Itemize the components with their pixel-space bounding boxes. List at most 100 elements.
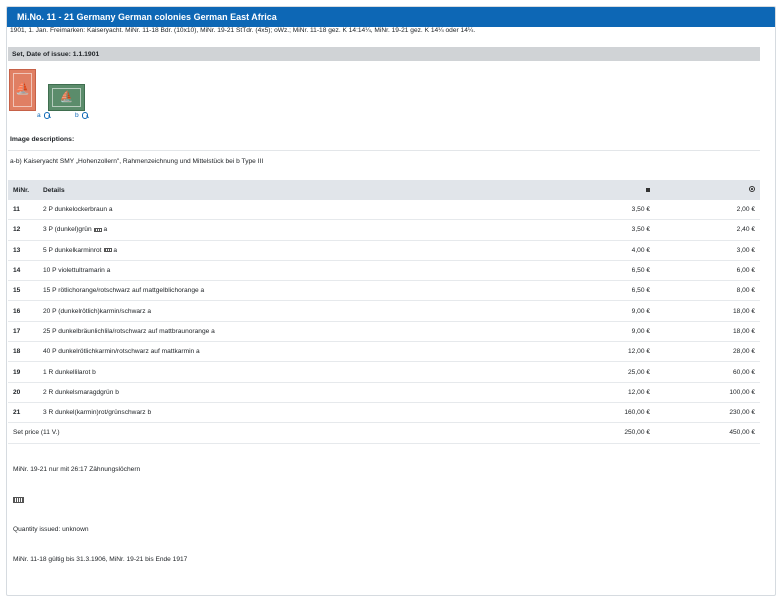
row-details-text: 25 P dunkelbräunlichlila/rotschwarz auf … [43, 327, 215, 335]
issue-description: 1901, 1. Jan. Freimarken: Kaiseryacht. M… [10, 27, 476, 34]
table-row: 14 10 P violettultramarin a 6,50 € 6,00 € [8, 261, 760, 282]
row-details-text: 15 P rötlichorange/rotschwarz auf mattge… [43, 287, 205, 295]
row-details: 3 P (dunkel)grün a [43, 226, 543, 233]
row-minr: 13 [13, 246, 21, 254]
row-minr: 17 [13, 327, 21, 335]
row-details-text: 3 P (dunkel)grün [43, 226, 92, 234]
set-price-mint: 250,00 € [624, 429, 650, 437]
row-mint-price: 9,00 € [631, 307, 650, 315]
stamp-image-b[interactable]: ⛵ [48, 84, 85, 111]
row-details: 10 P violettultramarin a [43, 267, 543, 274]
row-mint-price: 3,50 € [631, 226, 650, 234]
row-details: 25 P dunkelbräunlichlila/rotschwarz auf … [43, 328, 543, 335]
row-details-suffix: a [113, 246, 118, 254]
row-details-text: 20 P (dunkelrötlich)karmin/schwarz a [43, 307, 151, 315]
set-price-used: 450,00 € [729, 429, 755, 437]
zoom-icon[interactable] [43, 112, 51, 119]
row-mint-price: 6,50 € [631, 287, 650, 295]
row-mint-price: 25,00 € [628, 368, 650, 376]
row-details: 15 P rötlichorange/rotschwarz auf mattge… [43, 287, 543, 294]
table-row: 19 1 R dunkellilarot b 25,00 € 60,00 € [8, 362, 760, 383]
column-minr: MiNr. [13, 186, 30, 194]
table-row: 13 5 P dunkelkarminrot a 4,00 € 3,00 € [8, 241, 760, 261]
row-details: 2 R dunkelsmaragdgrün b [43, 389, 543, 396]
row-details: 20 P (dunkelrötlich)karmin/schwarz a [43, 308, 543, 315]
set-price-row: Set price (11 V.) 250,00 € 450,00 € [8, 423, 760, 444]
table-row: 20 2 R dunkelsmaragdgrün b 12,00 € 100,00 € [8, 383, 760, 403]
image-label-b[interactable]: b [75, 112, 89, 119]
row-used-price: 3,00 € [736, 246, 755, 254]
used-icon [749, 186, 755, 192]
row-mint-price: 9,00 € [631, 327, 650, 335]
column-details: Details [43, 186, 65, 194]
image-label-a[interactable]: a [37, 112, 51, 119]
divider [8, 150, 760, 151]
row-minr: 18 [13, 348, 21, 356]
row-details-text: 2 R dunkelsmaragdgrün b [43, 388, 119, 396]
stamp-image-a[interactable]: ⛵ [9, 69, 36, 111]
row-minr: 11 [13, 206, 20, 214]
row-details: 1 R dunkellilarot b [43, 369, 543, 376]
row-minr: 19 [13, 368, 21, 376]
row-details: 40 P dunkelrötlichkarmin/rotschwarz auf … [43, 348, 543, 355]
yacht-icon: ⛵ [59, 91, 74, 103]
badge-icon [13, 497, 24, 503]
row-details-text: 1 R dunkellilarot b [43, 368, 96, 376]
row-mint-price: 12,00 € [628, 348, 650, 356]
column-mint [543, 187, 653, 194]
column-used [653, 186, 760, 194]
row-details: 3 R dunkel(karmin)rot/grünschwarz b [43, 409, 543, 416]
row-minr: 14 [13, 267, 21, 275]
row-used-price: 18,00 € [733, 327, 755, 335]
row-details: 5 P dunkelkarminrot a [43, 247, 543, 254]
row-mint-price: 12,00 € [628, 388, 650, 396]
row-details-text: 40 P dunkelrötlichkarmin/rotschwarz auf … [43, 348, 200, 356]
row-used-price: 2,00 € [736, 206, 755, 214]
perforation-note: MiNr. 19-21 nur mit 26:17 Zähnungslöcher… [13, 466, 141, 473]
row-details-text: 3 R dunkel(karmin)rot/grünschwarz b [43, 409, 152, 417]
zoom-icon[interactable] [81, 112, 89, 119]
table-row: 21 3 R dunkel(karmin)rot/grünschwarz b 160… [8, 403, 760, 424]
image-letter: b [75, 112, 79, 119]
row-used-price: 8,00 € [736, 287, 755, 295]
validity-note: MiNr. 11-18 gültig bis 31.3.1906, MiNr. … [13, 556, 188, 563]
mint-icon [646, 187, 650, 192]
row-details-text: 2 P dunkelockerbraun a [43, 206, 113, 214]
table-row: 15 15 P rötlichorange/rotschwarz auf matt… [8, 281, 760, 302]
price-table: MiNr. Details 11 2 P dunkelockerbraun a 3,… [8, 180, 760, 444]
table-header: MiNr. Details [8, 180, 760, 200]
row-mint-price: 6,50 € [631, 267, 650, 275]
row-used-price: 100,00 € [729, 388, 755, 396]
row-mint-price: 3,50 € [631, 206, 650, 214]
row-mint-price: 4,00 € [631, 246, 650, 254]
row-details-text: 10 P violettultramarin a [43, 267, 111, 275]
row-details-suffix: a [103, 226, 108, 234]
row-used-price: 28,00 € [733, 348, 755, 356]
row-minr: 15 [13, 287, 21, 295]
row-minr: 21 [13, 409, 21, 417]
row-details: 2 P dunkelockerbraun a [43, 206, 543, 213]
badge-icon [93, 227, 102, 232]
row-used-price: 18,00 € [733, 307, 755, 315]
row-minr: 12 [13, 226, 21, 234]
table-row: 18 40 P dunkelrötlichkarmin/rotschwarz au… [8, 342, 760, 363]
row-used-price: 60,00 € [733, 368, 755, 376]
badge-icon [103, 247, 112, 252]
row-used-price: 2,40 € [736, 226, 755, 234]
descriptions-text: a-b) Kaiseryacht SMY „Hohenzollern", Rah… [10, 158, 264, 165]
set-price-label: Set price (11 V.) [13, 429, 60, 437]
table-row: 12 3 P (dunkel)grün a 3,50 € 2,40 € [8, 220, 760, 241]
row-minr: 16 [13, 307, 21, 315]
row-used-price: 6,00 € [736, 267, 755, 275]
row-details-text: 5 P dunkelkarminrot [43, 246, 102, 254]
image-letter: a [37, 112, 41, 119]
row-mint-price: 160,00 € [624, 409, 650, 417]
table-row: 17 25 P dunkelbräunlichlila/rotschwarz au… [8, 322, 760, 343]
row-used-price: 230,00 € [729, 409, 755, 417]
descriptions-heading: Image descriptions: [10, 136, 75, 143]
quantity-note: Quantity issued: unknown [13, 526, 89, 533]
row-minr: 20 [13, 388, 21, 396]
page-title: Mi.No. 11 - 21 Germany German colonies G… [7, 7, 775, 27]
yacht-icon: ⛵ [15, 81, 30, 95]
section-header: Set, Date of issue: 1.1.1901 [8, 47, 760, 61]
